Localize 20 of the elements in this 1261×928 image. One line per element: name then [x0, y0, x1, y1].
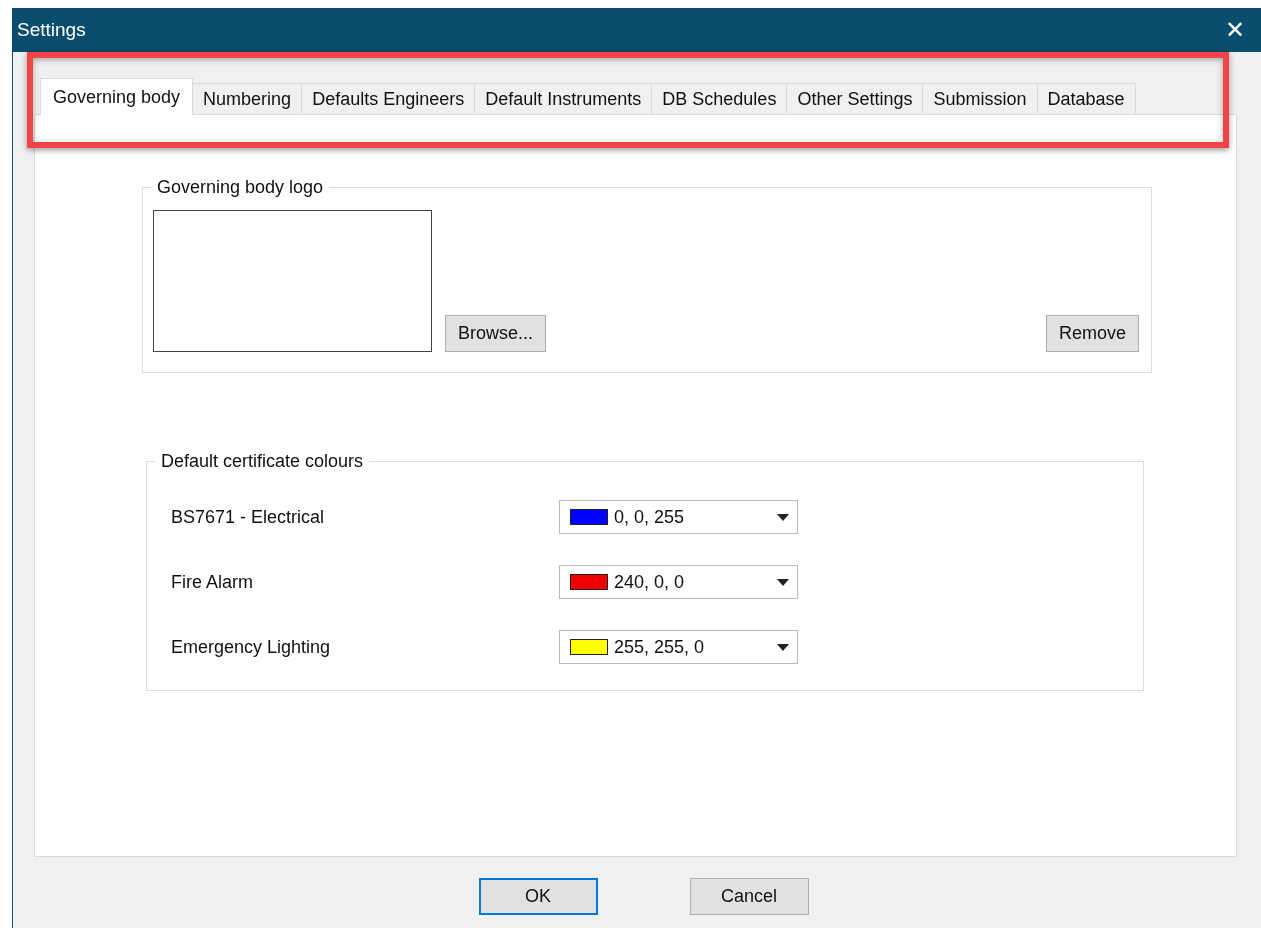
browse-button[interactable]: Browse...: [445, 315, 547, 352]
tab[interactable]: Governing body: [40, 78, 194, 115]
caret-icon: [777, 578, 789, 586]
field-label: BS7671 - Electrical: [171, 506, 326, 528]
colour-value: 0, 0, 255: [614, 506, 686, 528]
field-label: Fire Alarm: [171, 571, 254, 593]
window-title: Settings: [17, 19, 86, 41]
field-label: Emergency Lighting: [171, 636, 332, 658]
dialog-button[interactable]: Cancel: [689, 878, 809, 915]
caret-icon: [777, 643, 789, 651]
colour-dropdown[interactable]: 0, 0, 255: [559, 500, 798, 534]
close-button[interactable]: ✕: [1213, 8, 1257, 52]
colour-dropdown[interactable]: 255, 255, 0: [559, 630, 798, 664]
tab[interactable]: Database: [1036, 83, 1136, 115]
colour-value: 255, 255, 0: [614, 636, 706, 658]
caret-icon: [777, 513, 789, 521]
dialog-button[interactable]: OK: [478, 878, 598, 915]
remove-button[interactable]: Remove: [1045, 315, 1139, 352]
colour-value: 240, 0, 0: [614, 571, 686, 593]
colour-dropdown[interactable]: 240, 0, 0: [559, 565, 798, 599]
